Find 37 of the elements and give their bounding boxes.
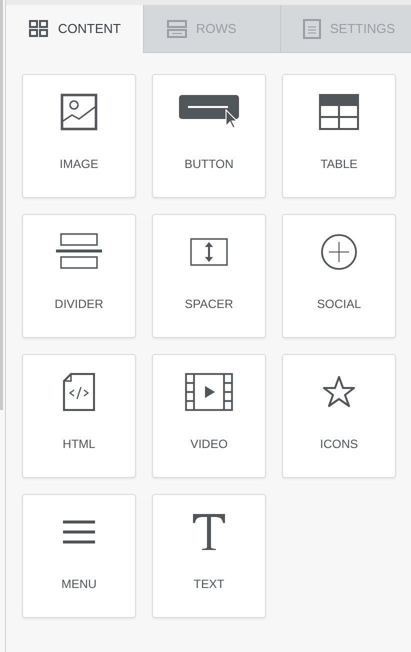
block-label: TEXT [194,576,224,593]
button-cursor-icon [178,94,240,130]
document-icon [303,18,321,38]
table-icon [318,93,360,131]
menu-icon [62,520,96,544]
serif-t-icon [192,513,226,551]
block-label: BUTTON [184,156,234,173]
block-label: SPACER [184,296,234,313]
block-label: ICONS [320,436,358,453]
block-card[interactable]: VIDEO [152,354,266,478]
block-label: DIVIDER [54,296,104,313]
block-label: IMAGE [60,156,98,173]
block-label: TABLE [320,156,358,173]
block-card[interactable]: TABLE [282,74,396,198]
scrollbar[interactable] [0,0,3,410]
grid-icon [29,20,49,38]
block-card[interactable]: MENU [22,494,136,618]
divider-icon [55,233,103,271]
block-card[interactable]: IMAGE [22,74,136,198]
block-card[interactable]: DIVIDER [22,214,136,338]
block-card[interactable]: SPACER [152,214,266,338]
film-play-icon [185,373,233,411]
block-card[interactable]: TEXT [152,494,266,618]
block-label: VIDEO [190,436,228,453]
block-card[interactable]: HTML [22,354,136,478]
spacer-icon [190,238,228,266]
block-label: HTML [62,436,96,453]
block-label: MENU [61,576,97,593]
star-icon [322,375,356,409]
code-file-icon [63,373,95,411]
block-label: SOCIAL [316,296,361,313]
image-icon [60,93,98,131]
block-card[interactable]: SOCIAL [282,214,396,338]
block-card[interactable]: ICONS [282,354,396,478]
rows-icon [167,20,187,38]
plus-circle-icon [320,233,358,271]
block-card[interactable]: BUTTON [152,74,266,198]
